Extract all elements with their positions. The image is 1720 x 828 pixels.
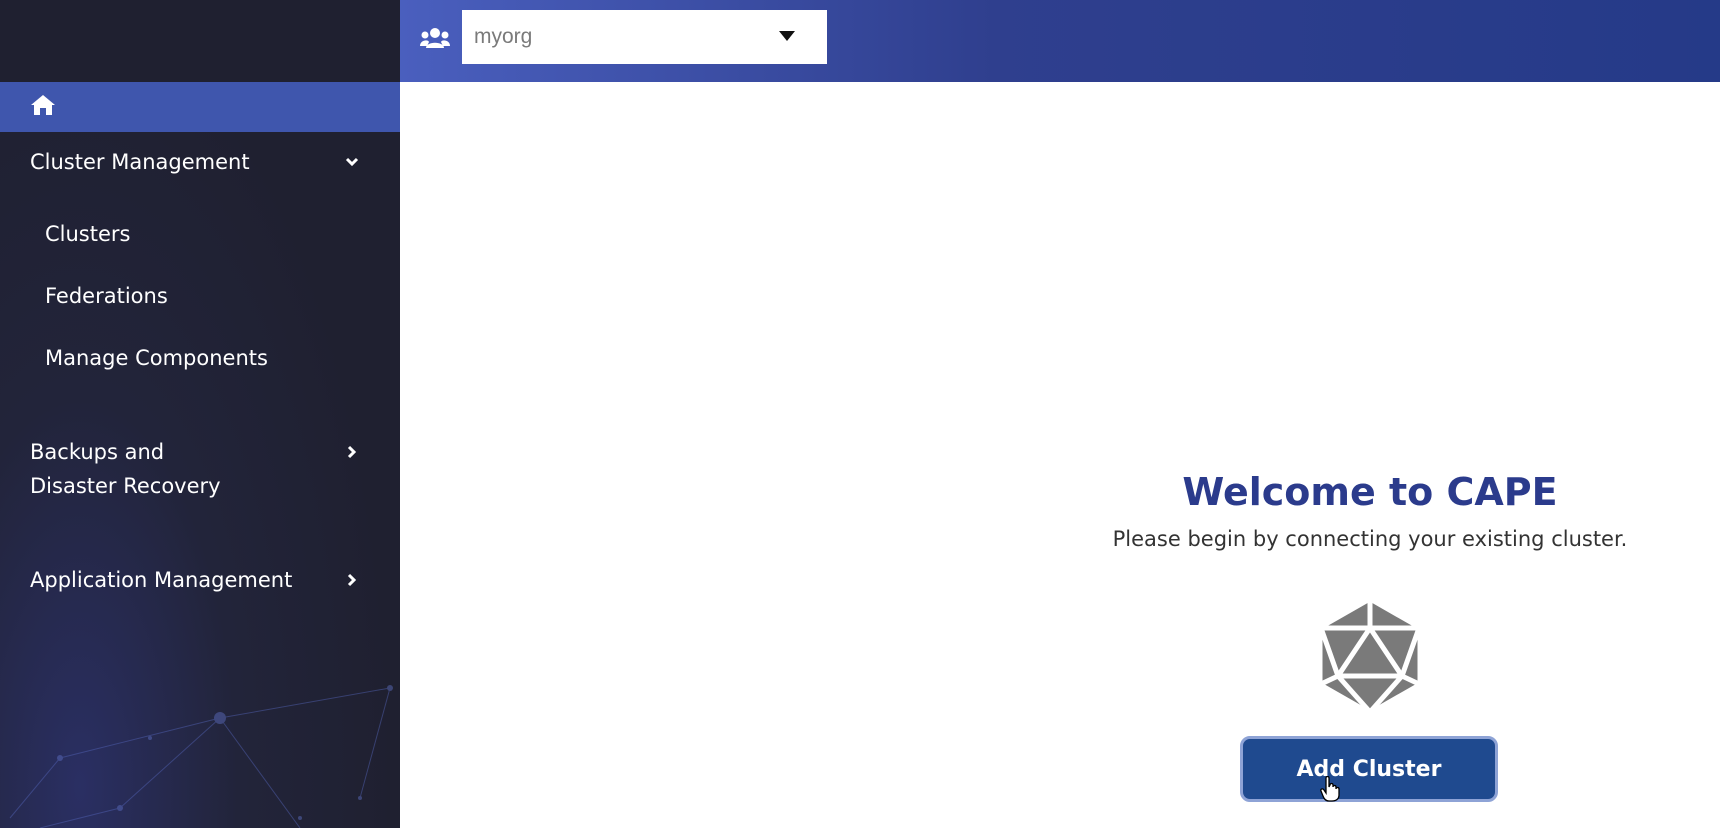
sidebar-item-label: Application Management <box>30 568 293 592</box>
org-select-value: myorg <box>474 25 533 48</box>
sidebar-home[interactable] <box>0 82 400 132</box>
sidebar-item-application-management[interactable]: Application Management <box>30 563 360 597</box>
add-cluster-button[interactable]: Add Cluster <box>1240 736 1498 802</box>
home-icon <box>30 93 56 121</box>
chevron-right-icon <box>347 573 357 587</box>
chevron-down-icon <box>345 157 359 167</box>
sidebar-header <box>0 0 400 82</box>
sidebar-item-manage-components[interactable]: Manage Components <box>45 343 268 373</box>
sidebar-item-backups[interactable]: Backups and Disaster Recovery <box>30 435 360 503</box>
sidebar-item-label: Cluster Management <box>30 150 250 174</box>
welcome-subtitle: Please begin by connecting your existing… <box>1112 527 1628 551</box>
hand-cursor-icon <box>1320 776 1340 802</box>
sidebar-item-federations[interactable]: Federations <box>45 281 168 311</box>
sidebar-item-label: Backups and Disaster Recovery <box>30 440 221 498</box>
sidebar-item-clusters[interactable]: Clusters <box>45 219 130 249</box>
top-bar: myorg <box>400 0 1720 82</box>
caret-down-icon <box>779 31 795 41</box>
org-select[interactable]: myorg <box>462 10 827 64</box>
sidebar: Cluster Management Clusters Federations … <box>0 0 400 828</box>
icosahedron-icon <box>1318 598 1422 714</box>
network-background-decoration <box>9 685 393 828</box>
welcome-title: Welcome to CAPE <box>1182 470 1558 514</box>
users-icon <box>420 28 450 48</box>
sidebar-item-cluster-management[interactable]: Cluster Management <box>30 145 360 179</box>
chevron-right-icon <box>347 445 357 459</box>
